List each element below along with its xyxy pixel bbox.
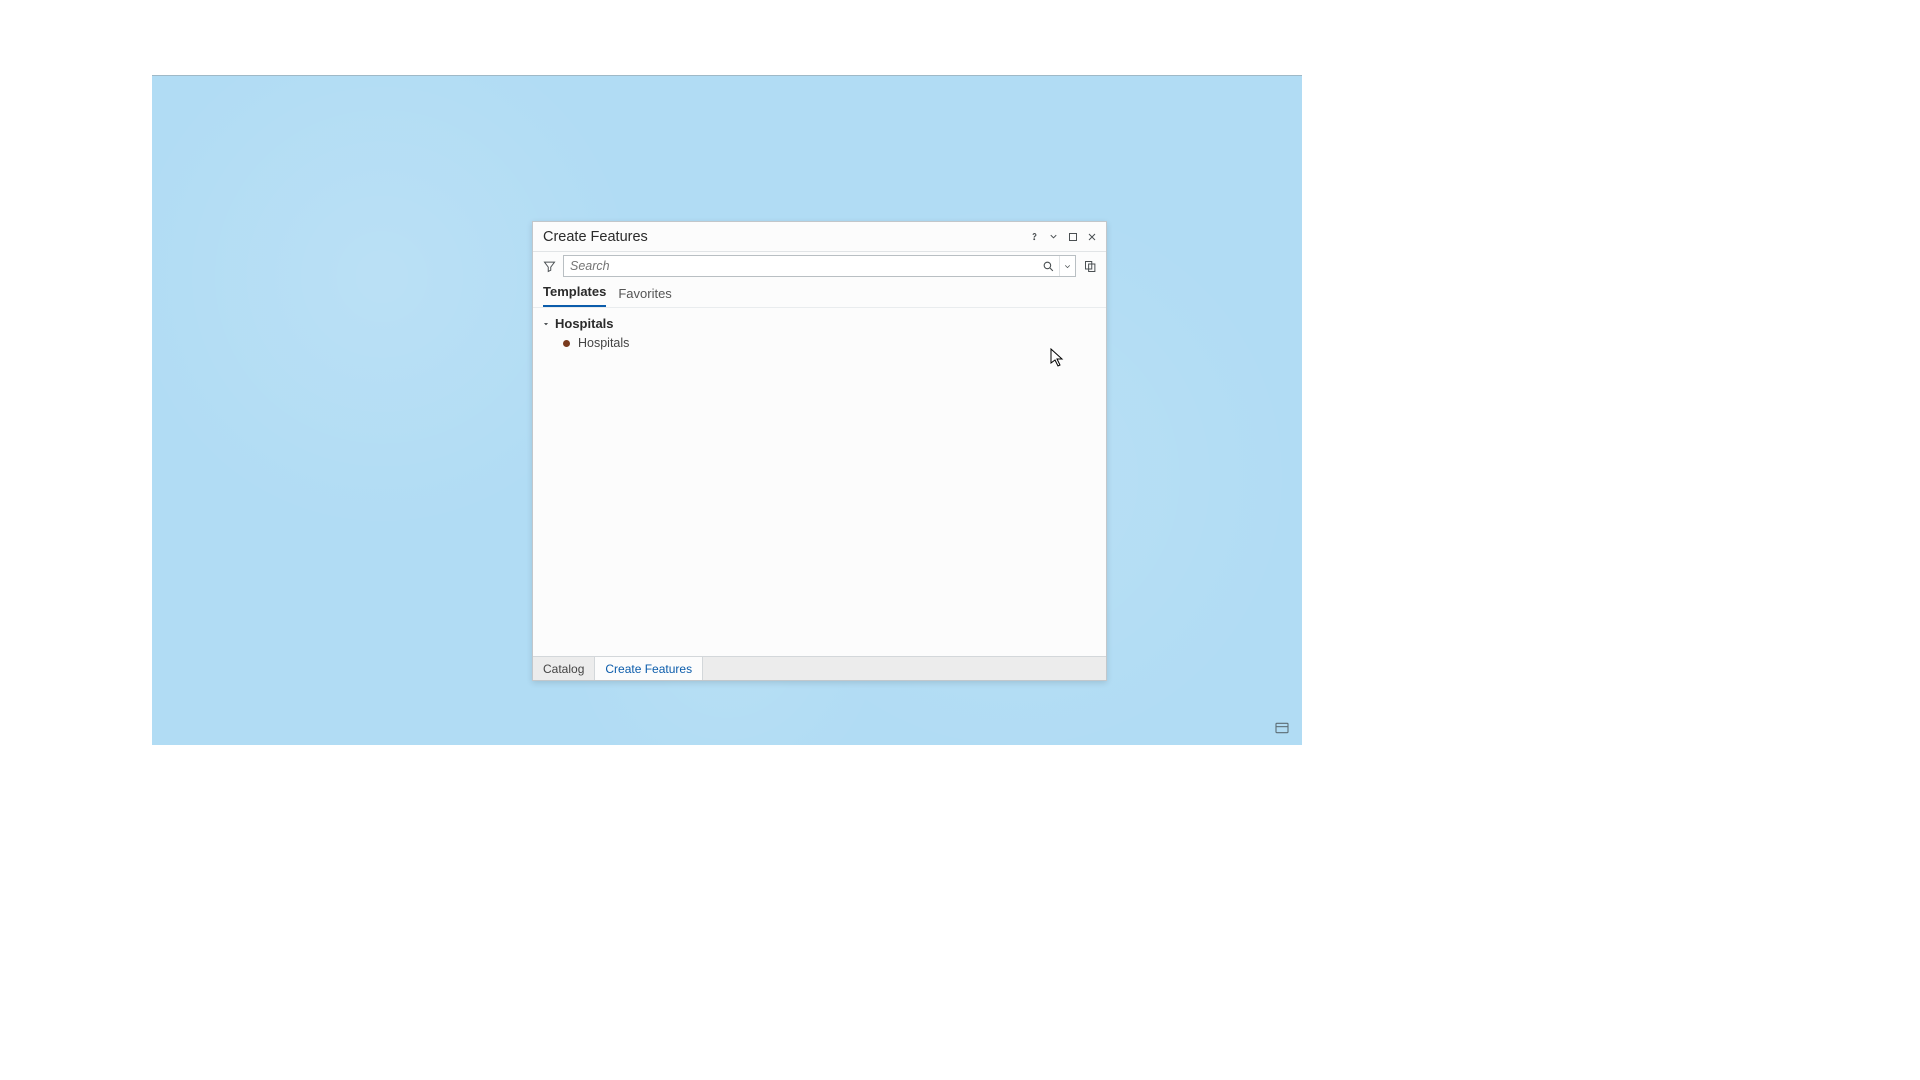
- filter-icon[interactable]: [539, 256, 559, 276]
- search-field: [563, 255, 1076, 277]
- panel-tabs: Templates Favorites: [533, 280, 1106, 308]
- search-dropdown-icon[interactable]: [1059, 256, 1075, 276]
- search-input[interactable]: [564, 259, 1037, 273]
- template-item-label: Hospitals: [578, 336, 629, 350]
- tab-favorites[interactable]: Favorites: [618, 286, 671, 307]
- footer-tab-catalog[interactable]: Catalog: [533, 657, 595, 680]
- close-icon[interactable]: [1083, 228, 1100, 245]
- template-item-hospitals[interactable]: Hospitals: [541, 333, 1098, 353]
- panel-toolbar: [533, 252, 1106, 280]
- template-group-header[interactable]: Hospitals: [541, 314, 1098, 333]
- point-symbol-icon: [563, 340, 570, 347]
- create-features-panel: Create Features: [532, 221, 1107, 681]
- options-chevron-icon[interactable]: [1045, 228, 1062, 245]
- manage-templates-icon[interactable]: [1080, 256, 1100, 276]
- panel-footer-tabs: Catalog Create Features: [533, 656, 1106, 680]
- collapse-caret-icon: [541, 319, 551, 329]
- panel-header-buttons: [1026, 228, 1100, 245]
- group-label: Hospitals: [555, 316, 614, 331]
- help-icon[interactable]: [1026, 228, 1043, 245]
- footer-tab-create-features[interactable]: Create Features: [595, 657, 703, 680]
- map-basemap-icon[interactable]: [1271, 719, 1293, 737]
- tab-templates[interactable]: Templates: [543, 284, 606, 307]
- panel-title: Create Features: [543, 229, 1026, 245]
- search-icon[interactable]: [1037, 256, 1059, 276]
- map-canvas[interactable]: Create Features: [152, 75, 1302, 745]
- panel-header: Create Features: [533, 222, 1106, 252]
- dock-icon[interactable]: [1064, 228, 1081, 245]
- templates-list: Hospitals Hospitals: [533, 308, 1106, 656]
